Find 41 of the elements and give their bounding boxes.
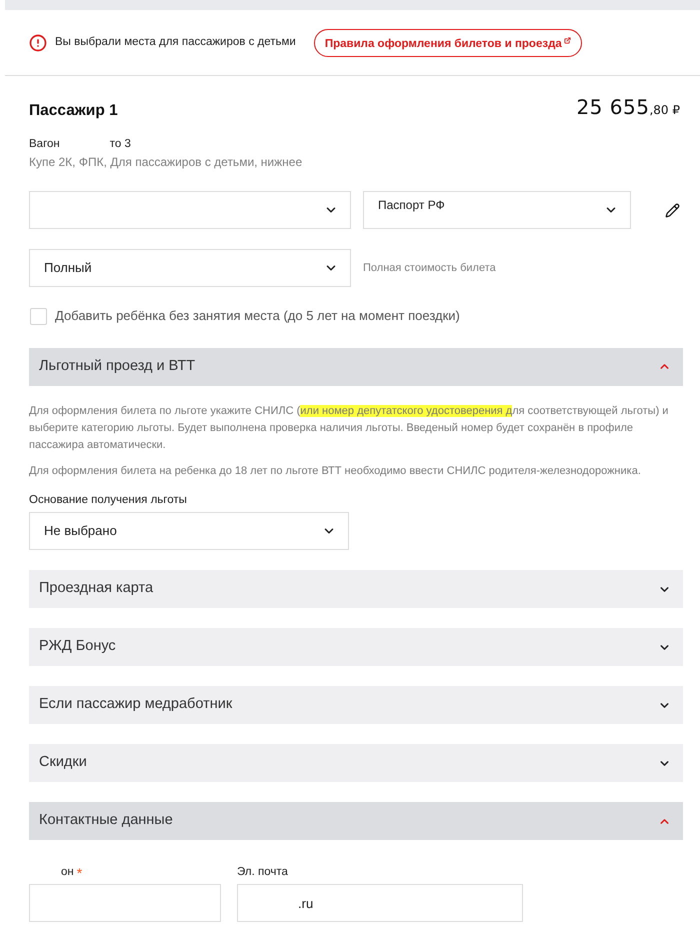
select-value: Полный xyxy=(44,260,92,276)
ticket-price: 25 655,80 ₽ xyxy=(576,94,681,121)
section-title: Проездная карта xyxy=(39,579,154,598)
passenger-title: Пассажир 1 xyxy=(29,100,118,121)
car-info: то 3 xyxy=(110,137,131,152)
field-label: он xyxy=(61,865,74,880)
info-paragraph: Для оформления билета на ребенка до 18 лет по льготе ВТТ необходимо ввести СНИЛС родителя-железнодорожника. xyxy=(29,464,642,479)
section-title: Если пассажир медработник xyxy=(39,695,232,714)
required-mark: * xyxy=(76,866,82,880)
accordion-header[interactable]: Льготный проезд и ВТТ xyxy=(29,348,683,386)
section-title: Скидки xyxy=(39,753,87,772)
field-label: Основание получения льготы xyxy=(29,492,188,508)
field-value: .ru xyxy=(298,894,314,912)
section-title: Контактные данные xyxy=(39,811,173,830)
checkbox-label: Добавить ребёнка без занятия места (до 5 лет на момент поездки) xyxy=(55,307,460,326)
accordion-header[interactable]: Если пассажир медработник xyxy=(29,686,683,724)
text-field[interactable] xyxy=(29,884,221,922)
accordion-header[interactable]: Проездная карта xyxy=(29,570,683,608)
tariff-select[interactable]: Полный xyxy=(29,249,351,288)
benefit-select[interactable]: Не выбрано xyxy=(29,512,349,550)
checkbox[interactable] xyxy=(30,308,47,324)
seat-details: Купе 2К, ФПК, Для пассажиров с детьми, нижнее xyxy=(29,154,304,172)
info-paragraph: Для оформления билета по льготе укажите СНИЛС (или номер депутатского удостоверения для соответствующей льготы) и выберите категорию льготы. Будет выполнена проверка наличия льготы. Введеный номер будет сохранён в профиле пассажира автоматически. xyxy=(29,404,670,453)
field-label: Эл. почта xyxy=(237,865,288,880)
section-title: Льготный проезд и ВТТ xyxy=(39,356,196,376)
car-info: Вагон xyxy=(29,137,60,152)
alert-icon xyxy=(29,34,47,52)
accordion-header[interactable]: РЖД Бонус xyxy=(29,628,683,666)
tariff-note: Полная стоимость билета xyxy=(363,261,496,276)
section-title: РЖД Бонус xyxy=(39,637,116,656)
alert-message: Вы выбрали места для пассажиров с детьми xyxy=(55,34,296,50)
edit-icon[interactable] xyxy=(665,202,680,218)
passenger-select[interactable] xyxy=(29,191,351,230)
select-value: Не выбрано xyxy=(44,523,117,538)
accordion-header[interactable]: Скидки xyxy=(29,744,683,782)
document-select[interactable]: Паспорт РФ xyxy=(363,191,631,230)
select-label: Паспорт РФ xyxy=(378,197,445,214)
text-field[interactable]: .ru xyxy=(237,884,523,922)
accordion-header[interactable]: Контактные данные xyxy=(29,802,683,840)
external-link-icon xyxy=(564,36,571,44)
rules-link[interactable]: Правила оформления билетов и проезда xyxy=(314,28,582,56)
